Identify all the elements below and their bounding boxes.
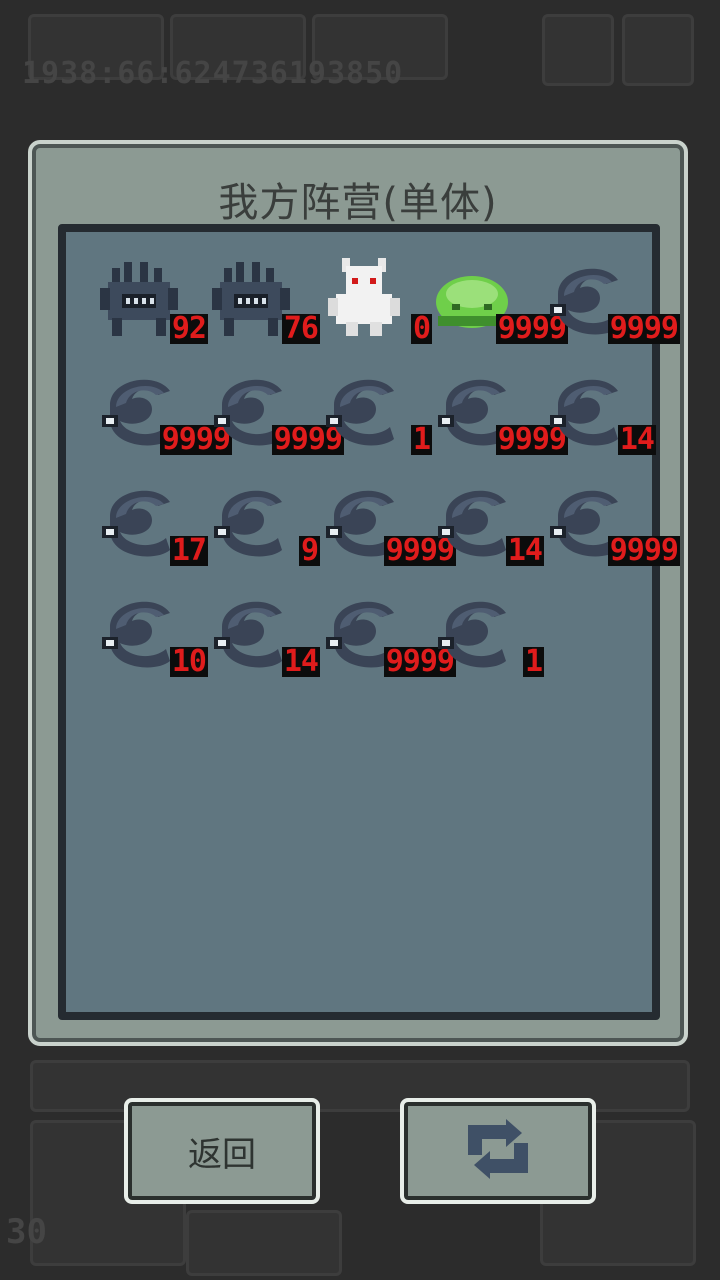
unit-count: 9999 [607,533,680,568]
unit-slot-shadow-wisp[interactable]: 9999 [320,587,456,687]
faction-dialog: 我方阵营(单体) 92 76 0 9999 9999 9999 9999 1 9999 14 17 9… [28,140,688,1046]
background-turn-text: 30 [6,1212,47,1252]
unit-list-panel: 92 76 0 9999 9999 9999 9999 1 9999 14 17 9 9999 14 999… [58,224,680,1020]
unit-count: 17 [169,533,208,568]
unit-slot-white-humanoid[interactable]: 0 [320,254,432,354]
unit-count: 10 [169,644,208,679]
unit-count: 76 [281,311,320,346]
unit-slot-shadow-wisp[interactable]: 9999 [208,365,344,465]
shadow-wisp-icon [326,379,394,446]
unit-count: 14 [617,422,656,457]
unit-slot-shadow-wisp[interactable]: 9999 [544,254,680,354]
unit-slot-shadow-wisp[interactable]: 14 [208,587,320,687]
unit-slot-crab[interactable]: 76 [208,254,320,354]
white-humanoid-icon [328,258,400,336]
unit-count: 14 [505,533,544,568]
unit-slot-shadow-wisp[interactable]: 9999 [432,365,568,465]
unit-count: 0 [410,311,432,346]
unit-count: 1 [522,644,544,679]
unit-slot-shadow-wisp[interactable]: 1 [432,587,544,687]
background-stats-text: 1938:66:624736193850 [22,56,404,91]
unit-count: 1 [410,422,432,457]
shadow-wisp-icon [214,490,282,557]
unit-slot-shadow-wisp[interactable]: 10 [96,587,208,687]
back-button-label: 返回 [188,1134,256,1175]
unit-slot-shadow-wisp[interactable]: 1 [320,365,432,465]
unit-slot-green-slime[interactable]: 9999 [432,254,568,354]
unit-slot-shadow-wisp[interactable]: 17 [96,476,208,576]
shadow-wisp-icon [438,601,506,668]
back-button[interactable]: 返回 [124,1098,320,1204]
dialog-title: 我方阵营(单体) [218,180,498,226]
unit-slot-crab[interactable]: 92 [96,254,208,354]
unit-slot-shadow-wisp[interactable]: 9999 [544,476,680,576]
background-slot [622,14,694,86]
unit-slot-shadow-wisp[interactable]: 14 [432,476,544,576]
switch-button[interactable] [400,1098,596,1204]
background-slot [186,1210,342,1276]
unit-slot-shadow-wisp[interactable]: 14 [544,365,656,465]
swap-arrows-icon [460,1119,536,1183]
unit-count: 9999 [607,311,680,346]
background-slot [542,14,614,86]
unit-slot-shadow-wisp[interactable]: 9999 [96,365,232,465]
unit-count: 9 [298,533,320,568]
unit-slot-shadow-wisp[interactable]: 9 [208,476,320,576]
unit-slot-shadow-wisp[interactable]: 9999 [320,476,456,576]
unit-count: 92 [169,311,208,346]
unit-count: 14 [281,644,320,679]
